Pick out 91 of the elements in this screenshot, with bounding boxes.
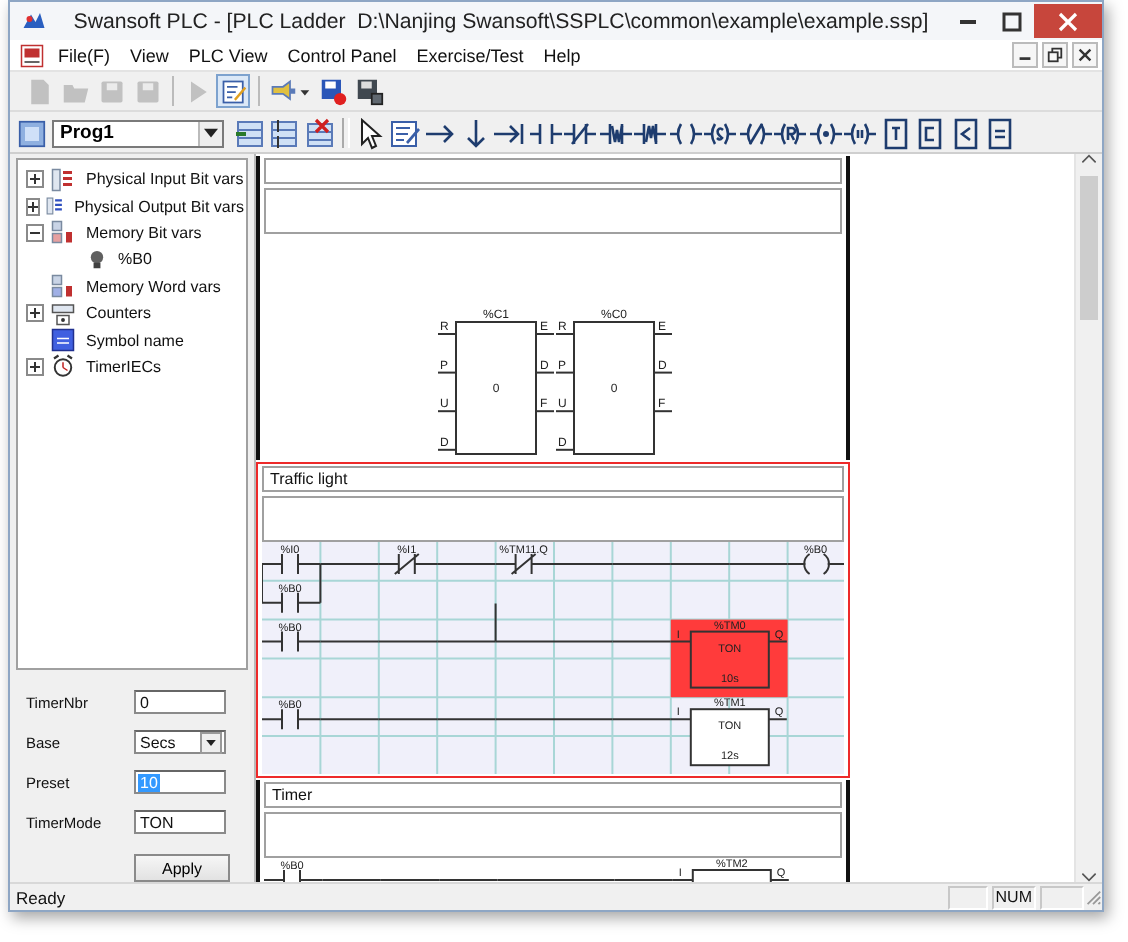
connector-icon xyxy=(268,77,312,105)
rows-icon xyxy=(233,117,266,149)
comment-field[interactable] xyxy=(262,496,844,542)
menu-item[interactable]: Help xyxy=(533,45,591,65)
tree-item[interactable]: Counters xyxy=(84,304,153,323)
box-icon xyxy=(949,117,982,149)
collapse-toggle[interactable] xyxy=(26,223,44,242)
plus-icon xyxy=(28,201,38,212)
close-icon xyxy=(1058,11,1078,31)
variable-list-icon xyxy=(50,274,76,299)
expand-toggle[interactable] xyxy=(26,304,44,323)
coil-symbol xyxy=(786,553,844,575)
disk-icon xyxy=(355,77,383,105)
tree-item[interactable]: TimerIECs xyxy=(84,357,163,376)
tool-button[interactable] xyxy=(388,116,423,150)
caret-down-icon xyxy=(206,739,216,745)
minimize-button[interactable] xyxy=(1012,42,1038,68)
toolbar-button[interactable] xyxy=(316,74,350,108)
box-icon xyxy=(879,117,912,149)
close-icon xyxy=(1076,46,1094,64)
tree-item[interactable]: Memory Word vars xyxy=(84,277,223,296)
toolbar-button[interactable] xyxy=(216,74,250,108)
resize-grip-icon xyxy=(1084,888,1102,906)
comment-field[interactable] xyxy=(264,188,842,234)
contact-symbol xyxy=(264,869,324,882)
box-icon xyxy=(984,117,1017,149)
variable-list-icon xyxy=(46,194,65,219)
box-icon xyxy=(914,117,947,149)
menu-item[interactable]: Exercise/Test xyxy=(406,45,534,65)
minimize-icon xyxy=(960,19,976,23)
menu-item[interactable]: File(F) xyxy=(48,45,120,65)
menu-item[interactable]: PLC View xyxy=(178,45,278,65)
caret-down-icon xyxy=(204,128,218,138)
restore-button[interactable] xyxy=(1042,42,1068,68)
edit-icon xyxy=(219,77,247,105)
base-dropdown[interactable]: Secs xyxy=(134,730,226,754)
status-panel: NUM xyxy=(991,885,1036,909)
variable-list-icon xyxy=(50,167,76,192)
counter-icon xyxy=(50,301,76,326)
contact-symbol xyxy=(494,553,555,575)
scroll-down-icon xyxy=(1082,872,1096,882)
wire xyxy=(436,563,497,565)
rung-title-field[interactable]: Timer xyxy=(264,782,842,808)
plus-icon xyxy=(30,308,40,319)
page-icon xyxy=(25,77,53,105)
rung-title-field[interactable]: Traffic light xyxy=(262,466,844,492)
plus-icon xyxy=(30,361,40,372)
status-text: Ready xyxy=(16,887,68,907)
scroll-up-icon xyxy=(1082,154,1096,164)
menu-item[interactable]: View xyxy=(120,45,179,65)
input-field[interactable]: 0 xyxy=(134,690,226,714)
alarm-clock-icon xyxy=(50,354,76,379)
input-field[interactable]: TON xyxy=(134,810,226,834)
minus-icon xyxy=(30,227,40,238)
timer-block xyxy=(689,630,770,689)
rung-title-field[interactable] xyxy=(264,158,842,184)
scrollbar-thumb[interactable] xyxy=(1080,176,1098,320)
wire xyxy=(319,563,380,565)
contact-symbol xyxy=(377,553,439,575)
symbol-icon xyxy=(50,328,76,353)
window-title: Swansoft PLC - [PLC Ladder D:\Nanjing Swansoft\SSPLC\common\example\example.ssp] xyxy=(71,9,931,33)
expand-toggle[interactable] xyxy=(26,197,40,216)
menu-item[interactable]: Control Panel xyxy=(277,45,407,65)
tree-item[interactable]: %B0 xyxy=(116,250,154,269)
expand-toggle[interactable] xyxy=(26,357,44,376)
restore-icon xyxy=(1046,46,1064,64)
grid-icon xyxy=(18,119,46,147)
expand-toggle[interactable] xyxy=(26,170,44,189)
plus-icon xyxy=(30,174,40,185)
contact-symbol xyxy=(262,708,322,731)
comment-field[interactable] xyxy=(264,812,842,858)
rows-icon xyxy=(268,117,301,149)
edit-icon xyxy=(389,117,422,149)
close-button[interactable] xyxy=(1072,42,1098,68)
status-panel xyxy=(1040,885,1084,909)
bulb-icon xyxy=(86,247,108,272)
apply-button[interactable]: Apply xyxy=(134,854,230,882)
contact-symbol xyxy=(262,630,322,653)
tree-item[interactable]: Memory Bit vars xyxy=(84,223,204,242)
rows-delete-icon xyxy=(303,117,336,149)
tree-item[interactable]: Physical Output Bit vars xyxy=(72,197,246,216)
maximize-icon xyxy=(1002,11,1022,31)
disk-icon xyxy=(319,77,347,105)
tree-item[interactable]: Physical Input Bit vars xyxy=(84,170,246,189)
variable-list-icon xyxy=(50,220,76,245)
tree-item[interactable]: Symbol name xyxy=(84,331,186,350)
program-dropdown[interactable]: Prog1 xyxy=(52,119,224,147)
status-panel xyxy=(947,885,988,909)
app-icon xyxy=(20,9,48,33)
toolbar-button[interactable] xyxy=(352,74,386,108)
tool-button[interactable] xyxy=(267,116,302,150)
